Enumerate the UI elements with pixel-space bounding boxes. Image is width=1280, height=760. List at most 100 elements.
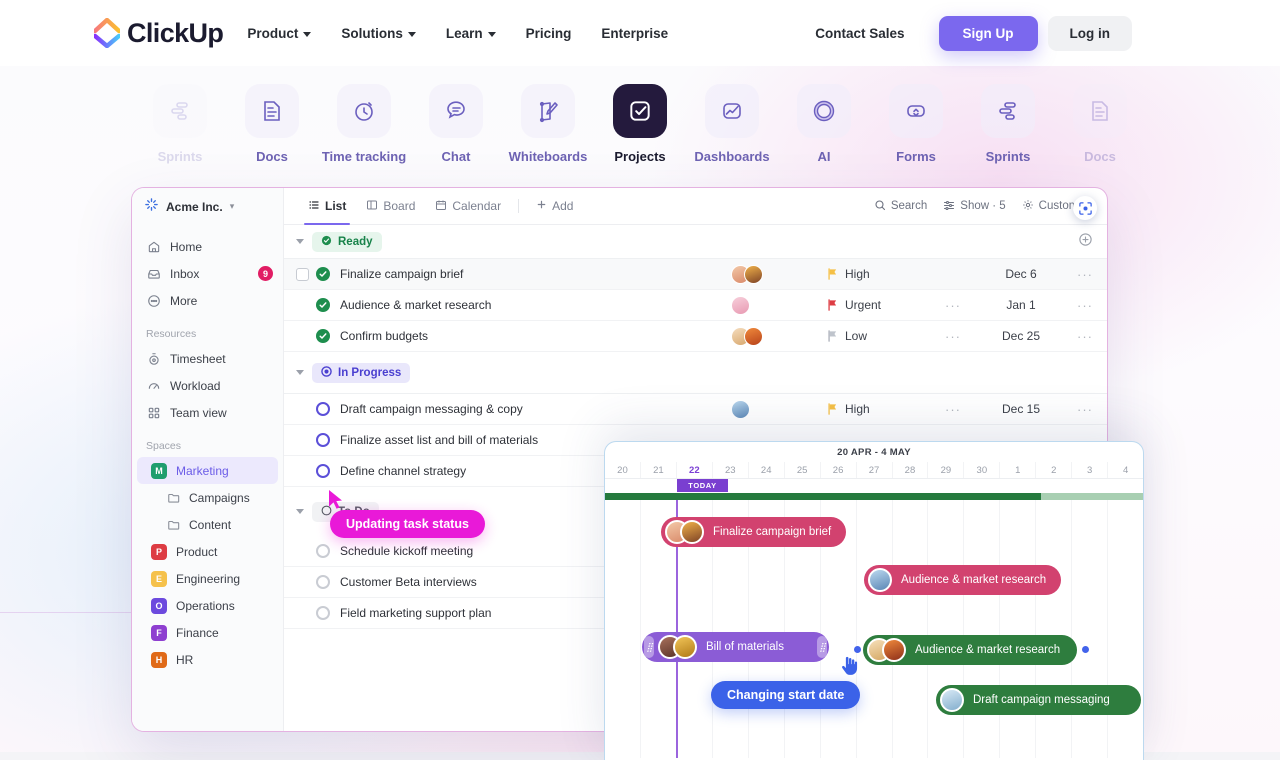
priority-cell[interactable]: High (827, 267, 945, 281)
row-menu-button[interactable]: ··· (1063, 329, 1107, 344)
carousel-item-projects[interactable]: Projects (594, 66, 686, 164)
sidebar-space-hr[interactable]: H HR (137, 646, 278, 673)
table-row[interactable]: Confirm budgets Low ··· Dec 25 ··· (284, 321, 1107, 352)
sidebar-space-finance[interactable]: F Finance (137, 619, 278, 646)
sidebar-item-workload[interactable]: Workload (132, 372, 283, 399)
assignees[interactable] (731, 295, 827, 315)
nav-item-solutions[interactable]: Solutions (341, 26, 416, 41)
sidebar-item-team-view[interactable]: Team view (132, 399, 283, 426)
due-date[interactable]: Dec 25 (979, 329, 1063, 343)
row-checkbox[interactable] (296, 465, 309, 478)
gantt-bar[interactable]: Draft campaign messaging (936, 685, 1141, 715)
resize-handle-left[interactable]: ⣿ (644, 636, 654, 658)
carousel-item-sprints-left[interactable]: Sprints (134, 66, 226, 164)
add-task-button[interactable] (1078, 232, 1093, 252)
tab-list[interactable]: List (298, 188, 356, 225)
due-date[interactable]: Dec 6 (979, 267, 1063, 281)
due-date[interactable]: Jan 1 (979, 298, 1063, 312)
carousel-item-docs-left[interactable]: Docs (226, 66, 318, 164)
sidebar-space-marketing[interactable]: M Marketing (137, 457, 278, 484)
carousel-item-dashboards[interactable]: Dashboards (686, 66, 778, 164)
status-done-icon[interactable] (316, 298, 330, 312)
carousel-item-chat[interactable]: Chat (410, 66, 502, 164)
row-overflow[interactable]: ··· (945, 402, 979, 417)
sidebar-space-engineering[interactable]: E Engineering (137, 565, 278, 592)
log-in-button[interactable]: Log in (1047, 15, 1132, 51)
contact-sales-link[interactable]: Contact Sales (815, 26, 904, 41)
priority-cell[interactable]: Urgent (827, 298, 945, 312)
table-row[interactable]: Draft campaign messaging & copy High ···… (284, 394, 1107, 425)
status-done-icon[interactable] (316, 267, 330, 281)
status-open-icon[interactable] (316, 544, 330, 558)
group-header-in-progress[interactable]: In Progress (284, 352, 1107, 394)
row-checkbox[interactable] (296, 545, 309, 558)
table-row[interactable]: Finalize campaign brief High Dec 6 ··· (284, 259, 1107, 290)
row-checkbox[interactable] (296, 267, 309, 281)
sidebar-item-inbox[interactable]: Inbox 9 (132, 260, 283, 287)
table-row[interactable]: Audience & market research Urgent ··· Ja… (284, 290, 1107, 321)
priority-cell[interactable]: High (827, 402, 945, 416)
collapse-triangle-icon[interactable] (296, 239, 304, 244)
show-filter-button[interactable]: Show · 5 (943, 199, 1006, 214)
row-checkbox[interactable] (296, 330, 309, 343)
tab-board[interactable]: Board (356, 188, 425, 225)
status-open-icon[interactable] (316, 606, 330, 620)
space-label: Product (176, 544, 218, 559)
status-done-icon[interactable] (316, 329, 330, 343)
workspace-selector[interactable]: Acme Inc. ▾ (132, 188, 284, 225)
tab-calendar[interactable]: Calendar (425, 188, 511, 225)
nav-item-learn[interactable]: Learn (446, 26, 496, 41)
row-overflow[interactable]: ··· (945, 298, 979, 313)
sidebar-space-operations[interactable]: O Operations (137, 592, 278, 619)
carousel-item-whiteboards[interactable]: Whiteboards (502, 66, 594, 164)
assignees[interactable] (731, 399, 827, 419)
nav-item-enterprise[interactable]: Enterprise (601, 26, 668, 41)
dependency-dot-left[interactable] (854, 646, 861, 653)
row-checkbox[interactable] (296, 299, 309, 312)
gantt-bar[interactable]: Finalize campaign brief (661, 517, 846, 547)
priority-cell[interactable]: Low (827, 329, 945, 343)
nav-item-pricing[interactable]: Pricing (526, 26, 572, 41)
carousel-item-docs-right[interactable]: Docs (1054, 66, 1146, 164)
sidebar-item-more[interactable]: More (132, 287, 283, 314)
sidebar-item-home[interactable]: Home (132, 233, 283, 260)
status-open-icon[interactable] (316, 433, 330, 447)
resize-handle-right[interactable]: ⣿ (817, 636, 827, 658)
carousel-item-sprints-right[interactable]: Sprints (962, 66, 1054, 164)
sidebar-folder-content[interactable]: Content (132, 511, 283, 538)
row-checkbox[interactable] (296, 576, 309, 589)
row-overflow[interactable]: ··· (945, 329, 979, 344)
gantt-bar[interactable]: Audience & market research (863, 635, 1077, 665)
due-date[interactable]: Dec 15 (979, 402, 1063, 416)
search-button[interactable]: Search (874, 199, 927, 214)
row-checkbox[interactable] (296, 607, 309, 620)
carousel-item-ai[interactable]: AI (778, 66, 870, 164)
status-open-icon[interactable] (316, 402, 330, 416)
priority-label: High (845, 402, 870, 416)
carousel-item-forms[interactable]: Forms (870, 66, 962, 164)
assignees[interactable] (731, 264, 827, 284)
status-open-icon[interactable] (316, 464, 330, 478)
collapse-triangle-icon[interactable] (296, 370, 304, 375)
row-checkbox[interactable] (296, 403, 309, 416)
assignees[interactable] (731, 326, 827, 346)
brand-logo[interactable]: ClickUp (92, 18, 224, 49)
add-view-button[interactable]: Add (526, 188, 583, 225)
view-tabs: List Board Calendar Add Search Show · 5 … (284, 188, 1107, 225)
row-menu-button[interactable]: ··· (1063, 267, 1107, 282)
row-menu-button[interactable]: ··· (1063, 298, 1107, 313)
row-menu-button[interactable]: ··· (1063, 402, 1107, 417)
sidebar-item-timesheet[interactable]: Timesheet (132, 345, 283, 372)
nav-item-product[interactable]: Product (247, 26, 312, 41)
sidebar-space-product[interactable]: P Product (137, 538, 278, 565)
status-open-icon[interactable] (316, 575, 330, 589)
row-checkbox[interactable] (296, 434, 309, 447)
sign-up-button[interactable]: Sign Up (938, 15, 1038, 51)
gantt-bar[interactable]: Audience & market research (864, 565, 1061, 595)
dependency-dot-right[interactable] (1082, 646, 1089, 653)
gantt-bar[interactable]: ⣿ Bill of materials ⣿ (642, 632, 829, 662)
sidebar-folder-campaigns[interactable]: Campaigns (132, 484, 283, 511)
carousel-item-time-tracking[interactable]: Time tracking (318, 66, 410, 164)
group-header-ready[interactable]: Ready (284, 225, 1107, 259)
collapse-triangle-icon[interactable] (296, 509, 304, 514)
